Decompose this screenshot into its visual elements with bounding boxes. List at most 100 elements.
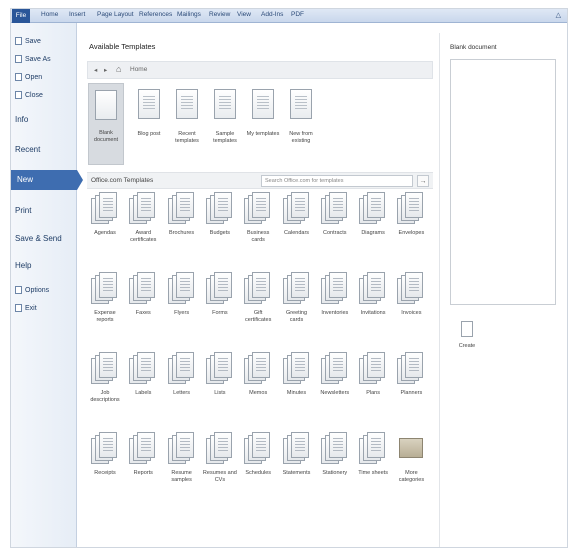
template-category-folder[interactable]: Schedules bbox=[238, 432, 278, 477]
word-backstage-window: File Home Insert Page Layout References … bbox=[10, 8, 568, 548]
template-category-folder[interactable]: Faxes bbox=[123, 272, 163, 317]
category-folder-icon bbox=[167, 192, 196, 224]
category-label: Newsletters bbox=[320, 390, 350, 396]
category-folder-icon bbox=[129, 272, 157, 304]
template-search-input[interactable]: Search Office.com for templates bbox=[261, 175, 413, 187]
template-category-folder[interactable]: Forms bbox=[200, 272, 240, 317]
category-label: Stationery bbox=[322, 470, 348, 476]
template-blog-post[interactable]: Blog post bbox=[129, 89, 169, 138]
nav-new[interactable]: New bbox=[11, 170, 77, 190]
template-category-folder[interactable]: Job descriptions bbox=[85, 352, 125, 404]
template-category-folder[interactable]: Award certificates bbox=[123, 192, 163, 244]
template-category-folder[interactable]: Brochures bbox=[162, 192, 202, 237]
nav-options[interactable]: Options bbox=[15, 286, 75, 294]
template-category-folder[interactable]: Newsletters bbox=[315, 352, 355, 397]
template-category-folder[interactable]: Receipts bbox=[85, 432, 125, 477]
template-category-folder[interactable]: Time sheets bbox=[353, 432, 393, 477]
nav-open[interactable]: Open bbox=[15, 73, 75, 81]
tab-page-layout[interactable]: Page Layout bbox=[97, 11, 134, 18]
category-label: Gift certificates bbox=[245, 310, 272, 323]
tab-pdf[interactable]: PDF bbox=[291, 11, 304, 18]
template-category-folder[interactable]: Reports bbox=[123, 432, 163, 477]
nav-close[interactable]: Close bbox=[15, 91, 75, 99]
template-category-folder[interactable]: Invitations bbox=[353, 272, 393, 317]
template-category-folder[interactable]: Memos bbox=[238, 352, 278, 397]
template-category-folder[interactable]: Resume samples bbox=[162, 432, 202, 484]
template-category-folder[interactable]: Envelopes bbox=[391, 192, 431, 237]
template-category-folder[interactable]: Invoices bbox=[391, 272, 431, 317]
category-folder-icon bbox=[91, 272, 119, 304]
category-label: Memos bbox=[249, 390, 268, 396]
tab-home[interactable]: Home bbox=[41, 11, 58, 18]
category-label: Business cards bbox=[247, 230, 270, 243]
template-category-folder[interactable]: Business cards bbox=[238, 192, 278, 244]
category-label: Resumes and CVs bbox=[202, 470, 237, 483]
template-label: Blank document bbox=[93, 130, 119, 143]
template-label: My templates bbox=[246, 131, 280, 137]
tab-mailings[interactable]: Mailings bbox=[177, 11, 201, 18]
category-label: Lists bbox=[214, 390, 226, 396]
tab-review[interactable]: Review bbox=[209, 11, 230, 18]
template-category-folder[interactable]: Budgets bbox=[200, 192, 240, 237]
template-category-folder[interactable]: Lists bbox=[200, 352, 240, 397]
template-label: New from existing bbox=[289, 131, 313, 144]
nav-exit[interactable]: Exit bbox=[15, 304, 75, 312]
template-category-folder[interactable]: Resumes and CVs bbox=[200, 432, 240, 484]
tab-add-ins[interactable]: Add-Ins bbox=[261, 11, 283, 18]
template-new-from-existing[interactable]: New from existing bbox=[281, 89, 321, 145]
clock-icon bbox=[176, 89, 198, 119]
template-category-folder[interactable]: Statements bbox=[277, 432, 317, 477]
template-category-folder[interactable]: More categories bbox=[391, 432, 431, 484]
template-category-folder[interactable]: Expense reports bbox=[85, 272, 125, 324]
template-category-folder[interactable]: Labels bbox=[123, 352, 163, 397]
category-folder-icon bbox=[244, 352, 272, 384]
nav-info[interactable]: Info bbox=[15, 115, 75, 124]
category-folder-icon bbox=[282, 432, 311, 464]
template-category-folder[interactable]: Letters bbox=[162, 352, 202, 397]
tab-references[interactable]: References bbox=[139, 11, 172, 18]
search-go-icon[interactable]: → bbox=[417, 175, 429, 187]
home-breadcrumb[interactable]: Home bbox=[130, 66, 147, 73]
template-category-folder[interactable]: Flyers bbox=[162, 272, 202, 317]
category-folder-icon bbox=[359, 192, 387, 224]
blank-document-icon bbox=[95, 90, 117, 120]
minimize-ribbon-icon[interactable]: △ bbox=[556, 11, 561, 19]
category-folder-icon bbox=[397, 272, 425, 304]
nav-exit-label: Exit bbox=[25, 304, 37, 312]
nav-save-send[interactable]: Save & Send bbox=[15, 234, 75, 243]
template-category-folder[interactable]: Planners bbox=[391, 352, 431, 397]
back-arrow-icon[interactable]: ◂ bbox=[94, 66, 97, 74]
close-document-icon bbox=[15, 91, 22, 99]
template-recent[interactable]: Recent templates bbox=[167, 89, 207, 145]
template-category-folder[interactable]: Minutes bbox=[277, 352, 317, 397]
nav-print[interactable]: Print bbox=[15, 206, 75, 215]
template-nav-bar: ◂ ▸ ⌂ Home bbox=[87, 61, 433, 79]
template-blank-document[interactable]: Blank document bbox=[88, 83, 124, 165]
template-category-folder[interactable]: Plans bbox=[353, 352, 393, 397]
tab-insert[interactable]: Insert bbox=[69, 11, 85, 18]
category-folder-icon bbox=[91, 352, 119, 384]
template-category-folder[interactable]: Contracts bbox=[315, 192, 355, 237]
template-category-folder[interactable]: Calendars bbox=[277, 192, 317, 237]
create-button[interactable]: Create bbox=[455, 321, 479, 371]
template-category-folder[interactable]: Gift certificates bbox=[238, 272, 278, 324]
template-my-templates[interactable]: My templates bbox=[243, 89, 283, 138]
nav-save-as[interactable]: Save As bbox=[15, 55, 75, 63]
template-category-folder[interactable]: Greeting cards bbox=[277, 272, 317, 324]
home-icon[interactable]: ⌂ bbox=[116, 64, 121, 74]
forward-arrow-icon[interactable]: ▸ bbox=[104, 66, 107, 74]
template-category-folder[interactable]: Diagrams bbox=[353, 192, 393, 237]
template-category-folder[interactable]: Inventories bbox=[315, 272, 355, 317]
template-category-folder[interactable]: Agendas bbox=[85, 192, 125, 237]
nav-recent[interactable]: Recent bbox=[15, 145, 75, 154]
category-label: Brochures bbox=[169, 230, 195, 236]
category-label: Reports bbox=[133, 470, 153, 476]
nav-save[interactable]: Save bbox=[15, 37, 75, 45]
nav-help[interactable]: Help bbox=[15, 261, 75, 270]
template-category-folder[interactable]: Stationery bbox=[315, 432, 355, 477]
template-sample[interactable]: Sample templates bbox=[205, 89, 245, 145]
office-templates-bar: Office.com Templates Search Office.com f… bbox=[87, 172, 433, 189]
category-label: Inventories bbox=[321, 310, 349, 316]
tab-view[interactable]: View bbox=[237, 11, 251, 18]
tab-file[interactable]: File bbox=[12, 9, 30, 23]
